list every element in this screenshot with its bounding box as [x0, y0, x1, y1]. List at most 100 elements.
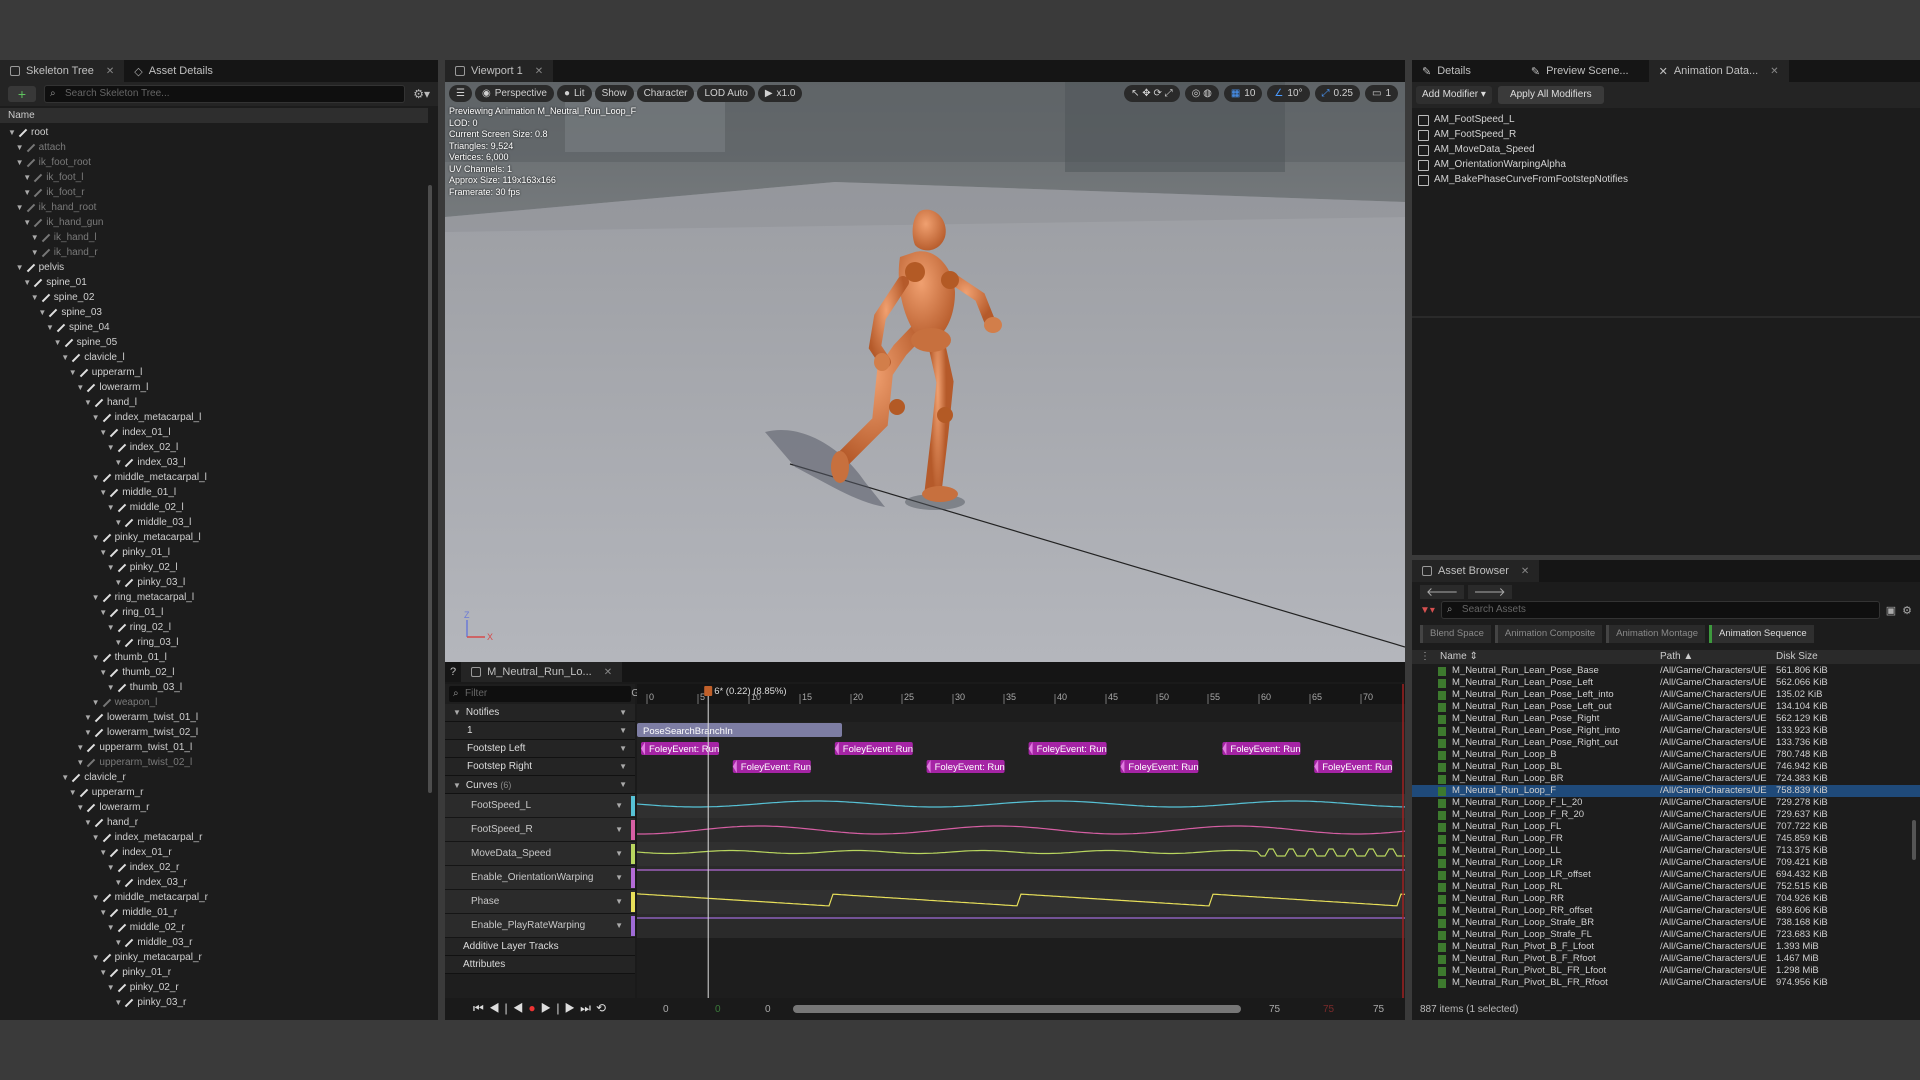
- asset-row[interactable]: M_Neutral_Run_Loop_F_R_20/All/Game/Chara…: [1412, 809, 1920, 821]
- expand-icon[interactable]: ▼: [114, 995, 124, 1010]
- expand-icon[interactable]: ▼: [99, 905, 109, 920]
- settings-icon[interactable]: ⚙: [1902, 604, 1912, 617]
- expand-icon[interactable]: ▼: [99, 545, 109, 560]
- expand-icon[interactable]: ▼: [92, 695, 102, 710]
- expand-icon[interactable]: ▼: [92, 530, 102, 545]
- expand-icon[interactable]: ▼: [99, 605, 109, 620]
- bone-row[interactable]: ▼ spine_03: [0, 305, 438, 320]
- expand-icon[interactable]: ▼: [92, 950, 102, 965]
- asset-row[interactable]: M_Neutral_Run_Pivot_B_F_Lfoot/All/Game/C…: [1412, 941, 1920, 953]
- asset-row[interactable]: M_Neutral_Run_Lean_Pose_Right_out/All/Ga…: [1412, 737, 1920, 749]
- dropdown-icon[interactable]: ▼: [619, 758, 627, 776]
- notify-track-1[interactable]: 1 ▼: [445, 722, 635, 740]
- character-button[interactable]: Character: [636, 85, 695, 102]
- expand-icon[interactable]: ▼: [61, 770, 71, 785]
- asset-row[interactable]: M_Neutral_Run_Loop_RL/All/Game/Character…: [1412, 881, 1920, 893]
- curve-track[interactable]: Enable_PlayRateWarping ▼: [445, 914, 635, 938]
- bone-row[interactable]: ▼ middle_metacarpal_l: [0, 470, 438, 485]
- filter-blend-space[interactable]: Blend Space: [1420, 625, 1491, 643]
- grid-snap-button[interactable]: ▦ 10: [1223, 85, 1263, 102]
- curve-track[interactable]: Enable_OrientationWarping ▼: [445, 866, 635, 890]
- expand-icon[interactable]: ▼: [16, 155, 26, 170]
- add-modifier-button[interactable]: Add Modifier ▾: [1416, 86, 1492, 104]
- expand-icon[interactable]: ▼: [76, 755, 86, 770]
- bone-row[interactable]: ▼ lowerarm_twist_01_l: [0, 710, 438, 725]
- expand-icon[interactable]: ▼: [107, 920, 117, 935]
- folder-icon[interactable]: ▣: [1886, 604, 1896, 617]
- settings-icon[interactable]: ⚙▾: [413, 87, 430, 101]
- camera-speed-button[interactable]: ▭ 1: [1364, 85, 1398, 102]
- apply-all-modifiers-button[interactable]: Apply All Modifiers: [1497, 86, 1604, 104]
- bone-row[interactable]: ▼ middle_01_l: [0, 485, 438, 500]
- lod-button[interactable]: LOD Auto: [697, 85, 755, 102]
- bone-row[interactable]: ▼ ik_foot_r: [0, 185, 438, 200]
- bone-row[interactable]: ▼ ik_foot_l: [0, 170, 438, 185]
- asset-row[interactable]: M_Neutral_Run_Lean_Pose_Left_into/All/Ga…: [1412, 689, 1920, 701]
- column-disk-size[interactable]: Disk Size: [1776, 650, 1818, 664]
- close-icon[interactable]: ✕: [106, 66, 114, 77]
- bone-row[interactable]: ▼ middle_03_r: [0, 935, 438, 950]
- range-end[interactable]: 75: [1373, 1004, 1384, 1015]
- expand-icon[interactable]: ▼: [76, 800, 86, 815]
- bone-row[interactable]: ▼ lowerarm_r: [0, 800, 438, 815]
- asset-row[interactable]: M_Neutral_Run_Loop_RR/All/Game/Character…: [1412, 893, 1920, 905]
- tab-anim-sequence[interactable]: M_Neutral_Run_Lo... ✕: [461, 662, 623, 682]
- reverse-icon[interactable]: ◀: [513, 1001, 529, 1015]
- filter-animation-montage[interactable]: Animation Montage: [1606, 625, 1706, 643]
- bone-row[interactable]: ▼ index_metacarpal_l: [0, 410, 438, 425]
- asset-row[interactable]: M_Neutral_Run_Loop_LR_offset/All/Game/Ch…: [1412, 869, 1920, 881]
- expand-icon[interactable]: ▼: [99, 485, 109, 500]
- bone-row[interactable]: ▼ attach: [0, 140, 438, 155]
- dropdown-icon[interactable]: ▼: [615, 794, 623, 818]
- name-column-header[interactable]: Name: [0, 108, 428, 123]
- tab-details[interactable]: ✎ Details: [1412, 60, 1481, 82]
- bone-row[interactable]: ▼ middle_01_r: [0, 905, 438, 920]
- expand-icon[interactable]: ▼: [76, 740, 86, 755]
- expand-icon[interactable]: ▼: [69, 785, 79, 800]
- asset-row[interactable]: M_Neutral_Run_Lean_Pose_Left/All/Game/Ch…: [1412, 677, 1920, 689]
- snap-tools[interactable]: ◎ ◍: [1184, 85, 1219, 102]
- curve-track[interactable]: Phase ▼: [445, 890, 635, 914]
- bone-row[interactable]: ▼ ik_hand_gun: [0, 215, 438, 230]
- column-path[interactable]: Path ▲: [1660, 650, 1693, 664]
- expand-icon[interactable]: ▼: [31, 245, 41, 260]
- dropdown-icon[interactable]: ▼: [619, 704, 627, 722]
- filter-input[interactable]: ⌕FilterG+: [449, 686, 645, 702]
- modifier-item[interactable]: AM_BakePhaseCurveFromFootstepNotifies: [1412, 172, 1920, 187]
- bone-row[interactable]: ▼ ik_foot_root: [0, 155, 438, 170]
- help-icon[interactable]: ?: [445, 662, 461, 682]
- bone-row[interactable]: ▼ hand_r: [0, 815, 438, 830]
- expand-icon[interactable]: ▼: [61, 350, 71, 365]
- playback-speed-button[interactable]: ▶ x1.0: [757, 85, 803, 102]
- angle-snap-button[interactable]: ∠ 10°: [1267, 85, 1310, 102]
- expand-icon[interactable]: ▼: [84, 710, 94, 725]
- expand-icon[interactable]: ▼: [114, 455, 124, 470]
- bone-row[interactable]: ▼ upperarm_r: [0, 785, 438, 800]
- curve-track[interactable]: MoveData_Speed ▼: [445, 842, 635, 866]
- expand-icon[interactable]: ▼: [54, 335, 64, 350]
- expand-icon[interactable]: ▼: [99, 845, 109, 860]
- skip-start-icon[interactable]: ⏮: [473, 1001, 489, 1015]
- dropdown-icon[interactable]: ▼: [615, 818, 623, 842]
- expand-icon[interactable]: ▼: [84, 815, 94, 830]
- expand-icon[interactable]: ▼: [16, 260, 26, 275]
- bone-row[interactable]: ▼ index_02_l: [0, 440, 438, 455]
- bone-row[interactable]: ▼ pinky_metacarpal_r: [0, 950, 438, 965]
- asset-row[interactable]: M_Neutral_Run_Loop_Strafe_FL/All/Game/Ch…: [1412, 929, 1920, 941]
- modifier-item[interactable]: AM_FootSpeed_R: [1412, 127, 1920, 142]
- asset-row[interactable]: M_Neutral_Run_Loop_BL/All/Game/Character…: [1412, 761, 1920, 773]
- expand-icon[interactable]: ▼: [76, 380, 86, 395]
- expand-icon[interactable]: ▼: [23, 185, 33, 200]
- expand-icon[interactable]: ▼: [107, 620, 117, 635]
- expand-icon[interactable]: ▼: [107, 440, 117, 455]
- close-icon[interactable]: ✕: [604, 667, 612, 678]
- expand-icon[interactable]: ▼: [114, 515, 124, 530]
- expand-icon[interactable]: ▼: [31, 290, 41, 305]
- bone-row[interactable]: ▼ clavicle_l: [0, 350, 438, 365]
- modifier-item[interactable]: AM_FootSpeed_L: [1412, 112, 1920, 127]
- expand-icon[interactable]: ▼: [99, 965, 109, 980]
- asset-row[interactable]: M_Neutral_Run_Lean_Pose_Base/All/Game/Ch…: [1412, 665, 1920, 677]
- bone-row[interactable]: ▼ middle_02_l: [0, 500, 438, 515]
- bone-row[interactable]: ▼ pinky_01_r: [0, 965, 438, 980]
- close-icon[interactable]: ✕: [1770, 66, 1778, 77]
